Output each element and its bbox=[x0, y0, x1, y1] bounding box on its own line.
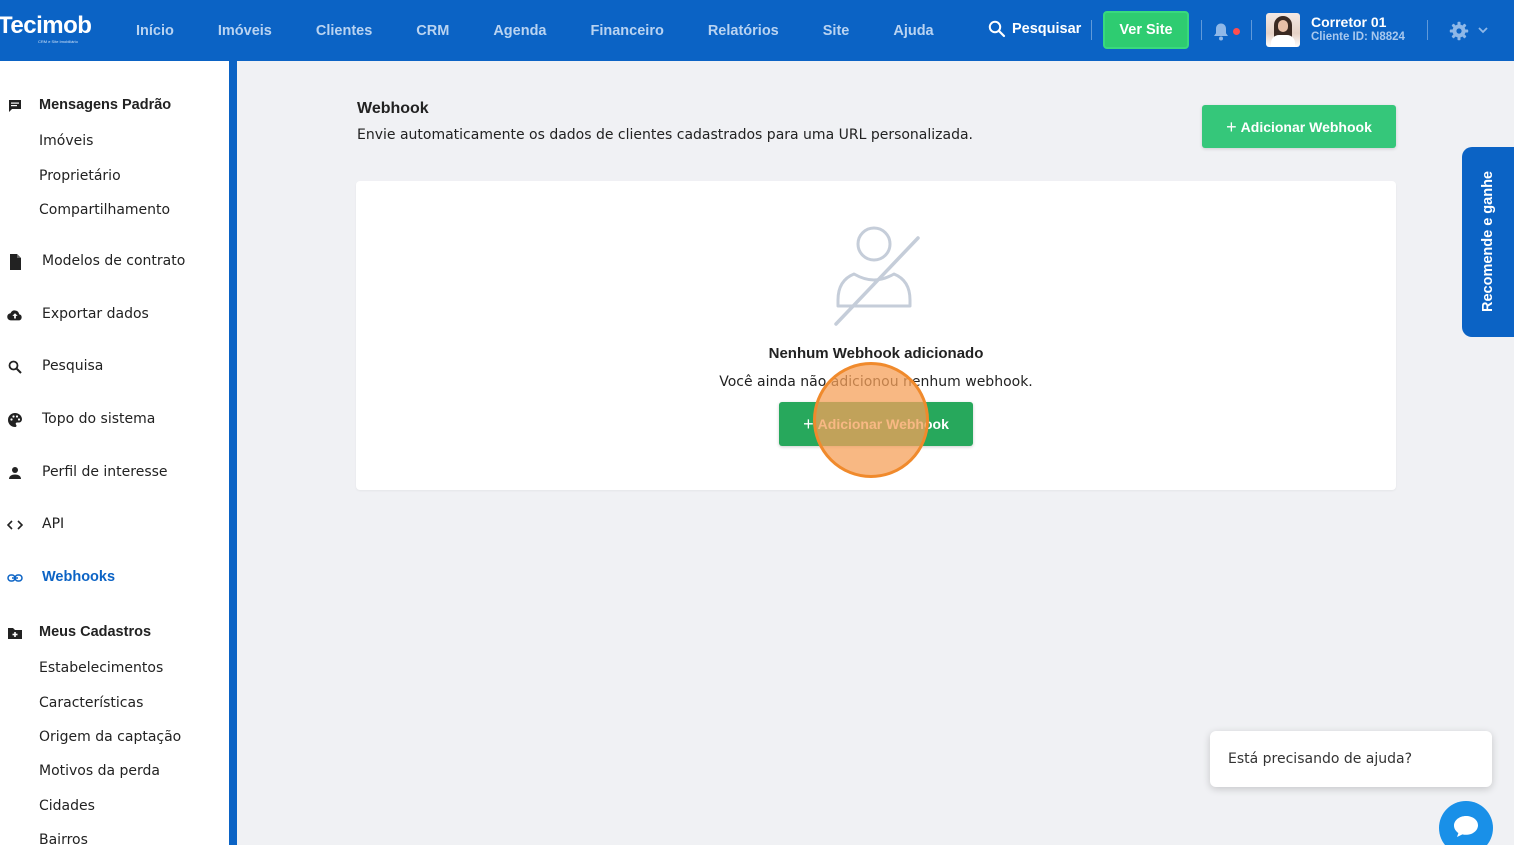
nav-agenda[interactable]: Agenda bbox=[471, 23, 568, 39]
search-icon bbox=[988, 20, 1006, 38]
search-icon bbox=[7, 359, 23, 375]
plus-icon: + bbox=[1226, 116, 1237, 137]
chat-bubble-icon bbox=[1454, 816, 1478, 837]
page-title: Webhook bbox=[357, 100, 429, 117]
document-icon bbox=[7, 254, 23, 270]
recommend-tab[interactable]: Recomende e ganhe bbox=[1462, 147, 1514, 337]
code-icon bbox=[7, 517, 23, 533]
top-navbar: Tecimob CRM e Site Imobiliário Início Im… bbox=[0, 0, 1514, 61]
divider bbox=[1091, 20, 1092, 40]
logo-tagline: CRM e Site Imobiliário bbox=[38, 39, 78, 44]
search-button[interactable]: Pesquisar bbox=[988, 20, 1081, 38]
divider bbox=[1251, 20, 1252, 40]
user-client-id: Cliente ID: N8824 bbox=[1311, 31, 1405, 43]
sidebar-item-compartilhamento[interactable]: Compartilhamento bbox=[39, 202, 170, 218]
sidebar-item-caracteristicas[interactable]: Características bbox=[39, 695, 143, 711]
sidebar-item-label: Exportar dados bbox=[42, 306, 149, 322]
nav-site[interactable]: Site bbox=[801, 23, 872, 39]
sidebar-item-cidades[interactable]: Cidades bbox=[39, 798, 95, 814]
sidebar-group-label: Mensagens Padrão bbox=[39, 97, 172, 113]
empty-state-title: Nenhum Webhook adicionado bbox=[768, 345, 984, 362]
sidebar-item-proprietario[interactable]: Proprietário bbox=[39, 168, 121, 184]
sidebar-item-label: Perfil de interesse bbox=[42, 464, 168, 480]
nav-crm[interactable]: CRM bbox=[394, 23, 471, 39]
avatar[interactable] bbox=[1266, 13, 1300, 47]
nav-financeiro[interactable]: Financeiro bbox=[569, 23, 686, 39]
sidebar-item-label: Modelos de contrato bbox=[42, 253, 186, 269]
add-webhook-button[interactable]: + Adicionar Webhook bbox=[1202, 105, 1396, 148]
logo[interactable]: Tecimob bbox=[0, 14, 92, 38]
plus-icon: + bbox=[803, 414, 814, 434]
link-icon bbox=[7, 570, 23, 586]
chevron-down-icon[interactable] bbox=[1477, 25, 1489, 35]
nav-imoveis[interactable]: Imóveis bbox=[196, 23, 294, 39]
folder-add-icon bbox=[7, 625, 23, 641]
user-off-icon bbox=[834, 226, 920, 326]
nav-clientes[interactable]: Clientes bbox=[294, 23, 394, 39]
message-icon bbox=[7, 98, 23, 114]
cloud-upload-icon bbox=[7, 307, 23, 323]
settings-sidebar: Mensagens Padrão Imóveis Proprietário Co… bbox=[0, 61, 229, 845]
sidebar-item-label: Pesquisa bbox=[42, 358, 104, 374]
sidebar-item-label: Webhooks bbox=[42, 569, 116, 585]
person-icon bbox=[7, 465, 23, 481]
divider bbox=[1427, 20, 1428, 40]
search-label: Pesquisar bbox=[1012, 21, 1082, 37]
nav-inicio[interactable]: Início bbox=[114, 23, 196, 39]
sidebar-item-label: Topo do sistema bbox=[42, 411, 156, 427]
notification-dot bbox=[1233, 28, 1240, 35]
chat-button[interactable] bbox=[1439, 801, 1493, 845]
ver-site-button[interactable]: Ver Site bbox=[1103, 11, 1189, 49]
user-name[interactable]: Corretor 01 bbox=[1311, 14, 1386, 30]
sidebar-item-imoveis[interactable]: Imóveis bbox=[39, 133, 93, 149]
palette-icon bbox=[7, 412, 23, 428]
help-prompt-text: Está precisando de ajuda? bbox=[1228, 751, 1413, 767]
gear-icon[interactable] bbox=[1449, 21, 1469, 41]
nav-ajuda[interactable]: Ajuda bbox=[871, 23, 955, 39]
sidebar-item-label: API bbox=[42, 516, 65, 532]
sidebar-accent-border bbox=[229, 61, 237, 845]
sidebar-item-motivos-perda[interactable]: Motivos da perda bbox=[39, 763, 160, 779]
add-webhook-label: Adicionar Webhook bbox=[817, 416, 949, 432]
sidebar-item-estabelecimentos[interactable]: Estabelecimentos bbox=[39, 660, 163, 676]
page-description: Envie automaticamente os dados de client… bbox=[357, 127, 974, 143]
sidebar-group-label: Meus Cadastros bbox=[39, 624, 152, 640]
bell-icon[interactable] bbox=[1212, 22, 1230, 42]
help-prompt[interactable]: Está precisando de ajuda? bbox=[1210, 731, 1492, 787]
sidebar-item-origem-captacao[interactable]: Origem da captação bbox=[39, 729, 181, 745]
nav-relatorios[interactable]: Relatórios bbox=[686, 23, 801, 39]
add-webhook-empty-button[interactable]: + Adicionar Webhook bbox=[779, 402, 973, 446]
add-webhook-label: Adicionar Webhook bbox=[1240, 118, 1372, 135]
empty-state-description: Você ainda não adicionou nenhum webhook. bbox=[719, 374, 1033, 390]
recommend-tab-label: Recomende e ganhe bbox=[1480, 171, 1496, 313]
main-nav: Início Imóveis Clientes CRM Agenda Finan… bbox=[114, 0, 956, 61]
divider bbox=[1201, 20, 1202, 40]
sidebar-item-bairros[interactable]: Bairros bbox=[39, 832, 88, 845]
